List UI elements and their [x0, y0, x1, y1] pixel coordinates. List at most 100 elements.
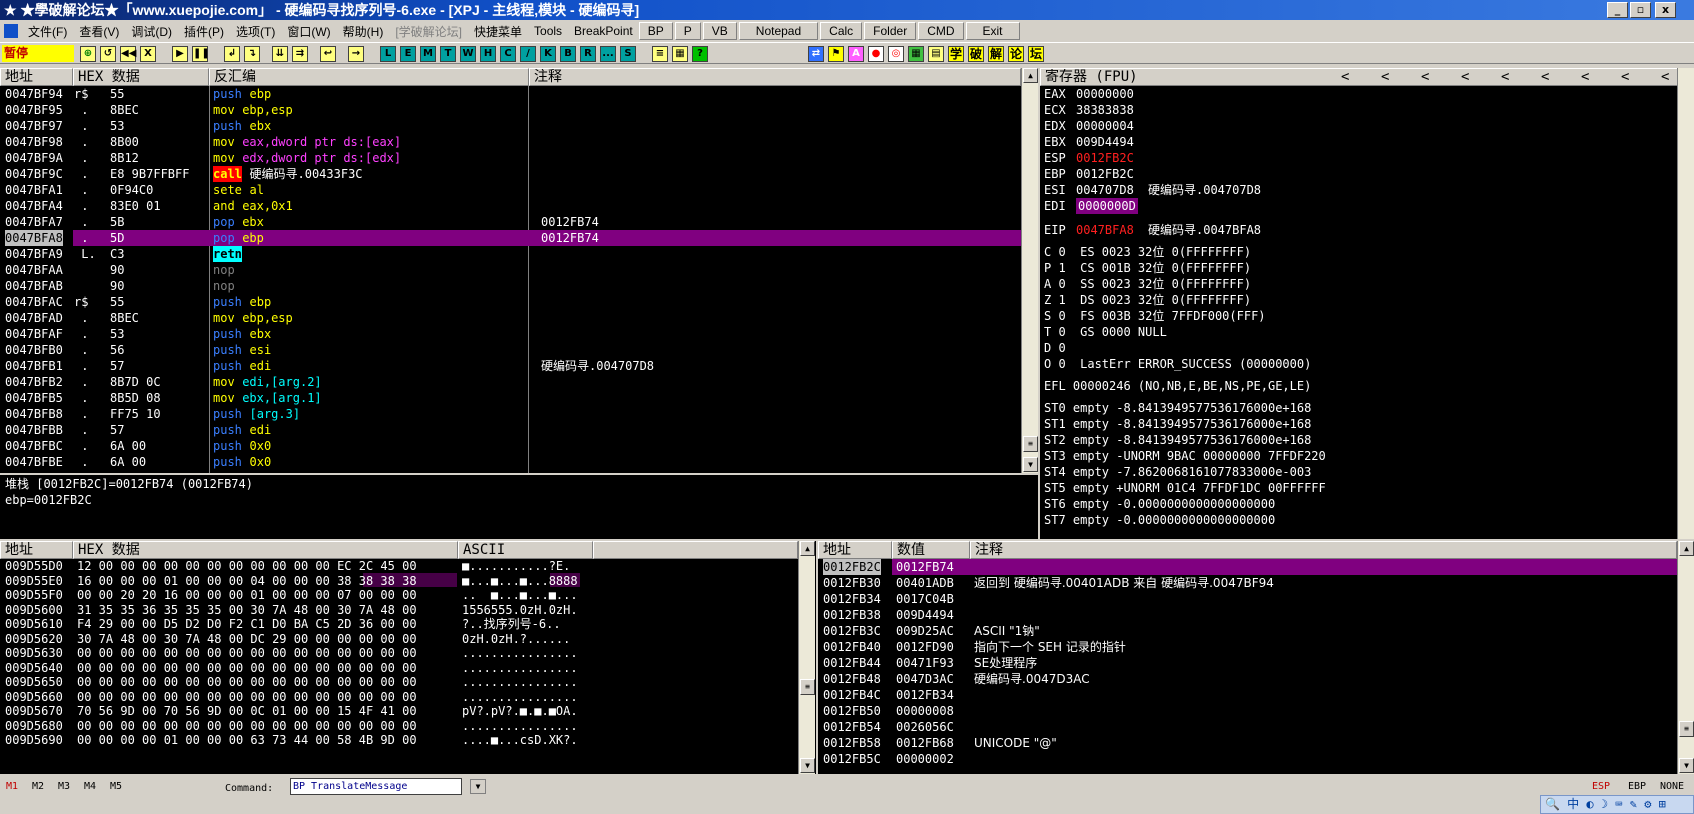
scroll-thumb[interactable]: ≡: [800, 679, 815, 695]
memory-map-icon[interactable]: M: [420, 46, 436, 62]
log-window-icon[interactable]: L: [380, 46, 396, 62]
run-trace-icon[interactable]: ...: [600, 46, 616, 62]
step-over-icon[interactable]: ↴: [244, 46, 260, 62]
scroll-down-icon[interactable]: ▼: [1679, 758, 1694, 773]
scroll-thumb[interactable]: ≡: [1679, 721, 1694, 737]
dump-header-address[interactable]: 地址: [0, 541, 73, 559]
close-program-icon[interactable]: X: [140, 46, 156, 62]
menu-help[interactable]: 帮助(H): [337, 23, 390, 40]
command-input[interactable]: [290, 778, 462, 795]
vb-button[interactable]: VB: [702, 22, 737, 40]
restart-icon[interactable]: ↺: [100, 46, 116, 62]
register-nav-arrow-icon[interactable]: <: [1341, 69, 1349, 85]
command-dropdown-icon[interactable]: ▼: [470, 779, 486, 794]
open-icon[interactable]: ⊕: [80, 46, 96, 62]
dump-header-hex[interactable]: HEX 数据: [73, 541, 458, 559]
tab-m2[interactable]: M2: [32, 781, 44, 792]
list-icon[interactable]: ≡: [652, 46, 668, 62]
dump-scrollbar[interactable]: ▲ ≡ ▼: [798, 541, 815, 774]
registers-header[interactable]: 寄存器 (FPU) < < < < < < < < <: [1040, 68, 1694, 86]
menu-plugins[interactable]: 插件(P): [178, 23, 230, 40]
forum-icon-1[interactable]: 学: [948, 46, 964, 62]
pause-icon[interactable]: ❚❚: [192, 46, 210, 62]
none-label[interactable]: NONE: [1660, 781, 1684, 792]
stack-header-comment[interactable]: 注释: [970, 541, 1677, 559]
folder-button[interactable]: Folder: [864, 22, 917, 40]
patches-icon[interactable]: /: [520, 46, 536, 62]
register-nav-arrow-icon[interactable]: <: [1621, 69, 1629, 85]
menu-breakpoint[interactable]: BreakPoint: [568, 24, 639, 38]
scroll-down-icon[interactable]: ▼: [800, 758, 815, 773]
forum-icon-3[interactable]: 解: [988, 46, 1004, 62]
forum-icon-5[interactable]: 坛: [1028, 46, 1044, 62]
stack-header-value[interactable]: 数值: [892, 541, 970, 559]
menu-view[interactable]: 查看(V): [73, 23, 125, 40]
disasm-scrollbar[interactable]: ▲ ≡ ▼: [1021, 68, 1038, 473]
menu-shortcut[interactable]: 快捷菜单: [468, 23, 528, 40]
windows-icon[interactable]: W: [460, 46, 476, 62]
scroll-up-icon[interactable]: ▲: [1679, 541, 1694, 556]
register-nav-arrow-icon[interactable]: <: [1461, 69, 1469, 85]
register-nav-arrow-icon[interactable]: <: [1421, 69, 1429, 85]
dump-header-ascii[interactable]: ASCII: [458, 541, 593, 559]
minimize-button[interactable]: _: [1607, 2, 1628, 18]
tab-m3[interactable]: M3: [58, 781, 70, 792]
source-icon[interactable]: S: [620, 46, 636, 62]
menu-forum[interactable]: [学破解论坛]: [389, 23, 468, 40]
scroll-thumb[interactable]: ≡: [1023, 436, 1038, 452]
forum-icon-4[interactable]: 论: [1008, 46, 1024, 62]
goto-icon[interactable]: →: [348, 46, 364, 62]
stack-header-address[interactable]: 地址: [818, 541, 892, 559]
target-icon[interactable]: ◎: [888, 46, 904, 62]
handles-icon[interactable]: H: [480, 46, 496, 62]
executable-modules-icon[interactable]: E: [400, 46, 416, 62]
run-icon[interactable]: ▶: [172, 46, 188, 62]
table-icon[interactable]: ▤: [928, 46, 944, 62]
tab-m5[interactable]: M5: [110, 781, 122, 792]
p-button[interactable]: P: [674, 22, 701, 40]
grid-icon[interactable]: ▦: [672, 46, 688, 62]
stack-scrollbar[interactable]: ▲ ≡ ▼: [1677, 541, 1694, 774]
registers-scrollbar[interactable]: [1677, 68, 1694, 539]
calculator-icon[interactable]: ▦: [908, 46, 924, 62]
maximize-button[interactable]: ▫: [1630, 2, 1651, 18]
forum-icon-2[interactable]: 破: [968, 46, 984, 62]
execute-till-return-icon[interactable]: ↩: [320, 46, 336, 62]
cmd-button[interactable]: CMD: [918, 22, 964, 40]
disasm-header-hex[interactable]: HEX 数据: [73, 68, 209, 86]
scroll-down-icon[interactable]: ▼: [1023, 457, 1038, 472]
ebp-label[interactable]: EBP: [1628, 781, 1646, 792]
register-nav-arrow-icon[interactable]: <: [1541, 69, 1549, 85]
register-nav-arrow-icon[interactable]: <: [1581, 69, 1589, 85]
menu-debug[interactable]: 调试(D): [125, 23, 178, 40]
references-icon[interactable]: R: [580, 46, 596, 62]
scroll-up-icon[interactable]: ▲: [800, 541, 815, 556]
record-icon[interactable]: ●: [868, 46, 884, 62]
call-stack-icon[interactable]: K: [540, 46, 556, 62]
disasm-header-address[interactable]: 地址: [0, 68, 73, 86]
scroll-up-icon[interactable]: ▲: [1023, 68, 1038, 83]
tab-m1[interactable]: M1: [6, 781, 18, 792]
refresh-icon[interactable]: ⇄: [808, 46, 824, 62]
close-button[interactable]: x: [1655, 2, 1676, 18]
menu-window[interactable]: 窗口(W): [281, 23, 336, 40]
exit-button[interactable]: Exit: [965, 22, 1020, 40]
esp-label[interactable]: ESP: [1592, 781, 1610, 792]
trace-over-icon[interactable]: ⇉: [292, 46, 308, 62]
step-into-icon[interactable]: ↲: [224, 46, 240, 62]
disasm-header-comment[interactable]: 注释: [529, 68, 1021, 86]
menu-options[interactable]: 选项(T): [230, 23, 281, 40]
plugin-1-icon[interactable]: ⚑: [828, 46, 844, 62]
cpu-icon[interactable]: C: [500, 46, 516, 62]
notepad-button[interactable]: Notepad: [738, 22, 819, 40]
rewind-icon[interactable]: ◀◀: [120, 46, 136, 62]
register-nav-arrow-icon[interactable]: <: [1661, 69, 1669, 85]
plugin-a-icon[interactable]: A: [848, 46, 864, 62]
register-nav-arrow-icon[interactable]: <: [1501, 69, 1509, 85]
breakpoints-icon[interactable]: B: [560, 46, 576, 62]
threads-icon[interactable]: T: [440, 46, 456, 62]
help-icon[interactable]: ?: [692, 46, 708, 62]
menu-file[interactable]: 文件(F): [22, 23, 73, 40]
disasm-header-disassembly[interactable]: 反汇编: [209, 68, 529, 86]
register-nav-arrow-icon[interactable]: <: [1381, 69, 1389, 85]
